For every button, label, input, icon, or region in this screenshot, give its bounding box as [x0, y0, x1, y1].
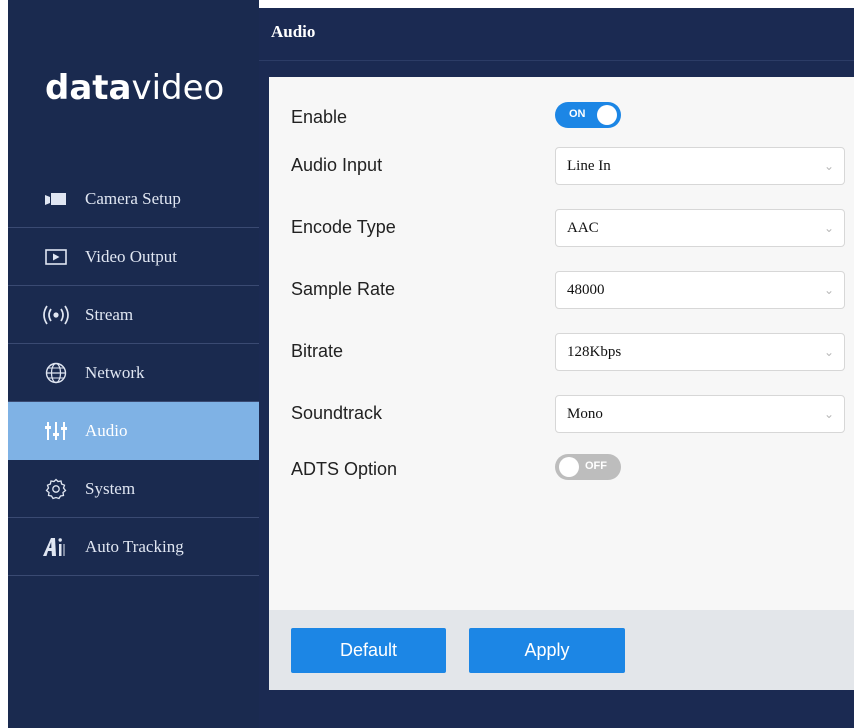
adts-option-row: ADTS Option OFF — [291, 451, 854, 491]
audio-input-select[interactable]: Line In ⌄ — [555, 147, 845, 185]
chevron-down-icon: ⌄ — [823, 345, 834, 359]
soundtrack-label: Soundtrack — [291, 403, 383, 423]
sidebar-item-label: Auto Tracking — [85, 536, 184, 556]
sidebar-item-system[interactable]: System — [8, 460, 259, 518]
ai-icon — [41, 537, 71, 557]
sidebar-item-stream[interactable]: Stream — [8, 286, 259, 344]
sidebar-item-camera-setup[interactable]: Camera Setup — [8, 170, 259, 228]
encode-type-label: Encode Type — [291, 217, 396, 237]
sidebar-item-label: Camera Setup — [85, 188, 181, 208]
audio-sliders-icon — [41, 421, 71, 441]
action-bar: Default Apply — [269, 610, 854, 690]
enable-toggle[interactable]: ON — [555, 102, 621, 128]
sidebar-item-label: Video Output — [85, 246, 177, 266]
adts-option-label: ADTS Option — [291, 459, 398, 479]
bitrate-select[interactable]: 128Kbps ⌄ — [555, 333, 845, 371]
sidebar-item-video-output[interactable]: Video Output — [8, 228, 259, 286]
audio-input-label: Audio Input — [291, 155, 383, 175]
page-title: Audio — [271, 22, 316, 41]
encode-type-row: Encode Type AAC ⌄ — [291, 209, 854, 249]
sidebar-nav: Camera Setup Video Output Stream Network… — [8, 170, 259, 576]
enable-row: Enable ON — [291, 99, 854, 139]
bitrate-label: Bitrate — [291, 341, 344, 361]
sidebar-item-label: Network — [85, 362, 145, 382]
select-value: 128Kbps — [567, 344, 622, 360]
select-value: AAC — [567, 220, 599, 236]
select-value: Line In — [567, 158, 611, 174]
sidebar-item-auto-tracking[interactable]: Auto Tracking — [8, 518, 259, 576]
bitrate-row: Bitrate 128Kbps ⌄ — [291, 333, 854, 373]
sidebar-item-audio[interactable]: Audio — [8, 402, 259, 460]
chevron-down-icon: ⌄ — [823, 221, 834, 235]
camera-icon — [41, 192, 71, 206]
chevron-down-icon: ⌄ — [823, 159, 834, 173]
left-border — [0, 0, 8, 728]
sample-rate-label: Sample Rate — [291, 279, 396, 299]
gear-icon — [41, 478, 71, 500]
stream-icon — [41, 305, 71, 325]
apply-button[interactable]: Apply — [469, 628, 625, 673]
sidebar-item-label: Audio — [85, 420, 128, 440]
audio-input-row: Audio Input Line In ⌄ — [291, 147, 854, 187]
datavideo-logo: datavideo — [45, 68, 225, 108]
sidebar-item-label: System — [85, 478, 136, 498]
enable-label: Enable — [291, 107, 348, 127]
sample-rate-select[interactable]: 48000 ⌄ — [555, 271, 845, 309]
select-value: 48000 — [567, 282, 605, 298]
audio-settings-panel: Enable ON Audio Input Line In ⌄ Encode T… — [269, 77, 854, 690]
chevron-down-icon: ⌄ — [823, 283, 834, 297]
encode-type-select[interactable]: AAC ⌄ — [555, 209, 845, 247]
video-output-icon — [41, 248, 71, 265]
sample-rate-row: Sample Rate 48000 ⌄ — [291, 271, 854, 311]
globe-icon — [41, 362, 71, 384]
default-button[interactable]: Default — [291, 628, 446, 673]
toggle-state-text: OFF — [585, 460, 607, 472]
toggle-state-text: ON — [569, 108, 586, 120]
page-header: Audio — [259, 8, 854, 61]
select-value: Mono — [567, 406, 603, 422]
sidebar-item-network[interactable]: Network — [8, 344, 259, 402]
soundtrack-row: Soundtrack Mono ⌄ — [291, 395, 854, 435]
toggle-knob — [559, 457, 579, 477]
toggle-knob — [597, 105, 617, 125]
adts-option-toggle[interactable]: OFF — [555, 454, 621, 480]
chevron-down-icon: ⌄ — [823, 407, 834, 421]
sidebar-item-label: Stream — [85, 304, 134, 324]
soundtrack-select[interactable]: Mono ⌄ — [555, 395, 845, 433]
